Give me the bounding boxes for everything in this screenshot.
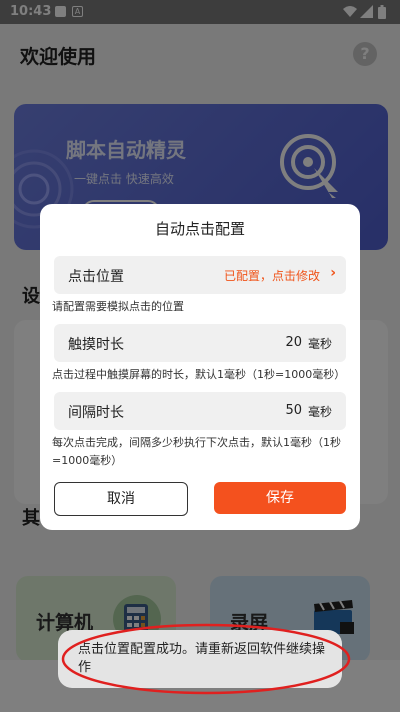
interval-duration-hint: 每次点击完成，间隔多少秒执行下次点击，默认1毫秒（1秒=1000毫秒） bbox=[52, 436, 341, 467]
touch-duration-unit: 毫秒 bbox=[307, 337, 332, 351]
touch-duration-label: 触摸时长 bbox=[68, 337, 124, 353]
click-position-row[interactable]: 点击位置 已配置，点击修改 › bbox=[54, 256, 346, 294]
red-ellipse-annotation bbox=[61, 623, 351, 695]
auto-click-config-dialog: 自动点击配置 点击位置 已配置，点击修改 › 请配置需要模拟点击的位置 触摸时长… bbox=[40, 204, 360, 530]
interval-duration-row: 间隔时长 50 毫秒 bbox=[54, 392, 346, 430]
click-position-hint: 请配置需要模拟点击的位置 bbox=[52, 300, 184, 313]
interval-duration-input[interactable]: 50 bbox=[285, 403, 302, 418]
chevron-right-icon: › bbox=[330, 265, 336, 281]
touch-duration-row: 触摸时长 20 毫秒 bbox=[54, 324, 346, 362]
click-position-label: 点击位置 bbox=[68, 269, 124, 285]
interval-duration-label: 间隔时长 bbox=[68, 405, 124, 421]
touch-duration-input[interactable]: 20 bbox=[285, 335, 302, 350]
click-position-status: 已配置，点击修改 bbox=[223, 269, 320, 283]
touch-duration-hint: 点击过程中触摸屏幕的时长，默认1毫秒（1秒=1000毫秒） bbox=[52, 368, 346, 381]
save-button[interactable]: 保存 bbox=[214, 482, 346, 514]
interval-duration-unit: 毫秒 bbox=[307, 405, 332, 419]
cancel-button[interactable]: 取消 bbox=[54, 482, 188, 516]
dialog-title: 自动点击配置 bbox=[154, 220, 245, 238]
